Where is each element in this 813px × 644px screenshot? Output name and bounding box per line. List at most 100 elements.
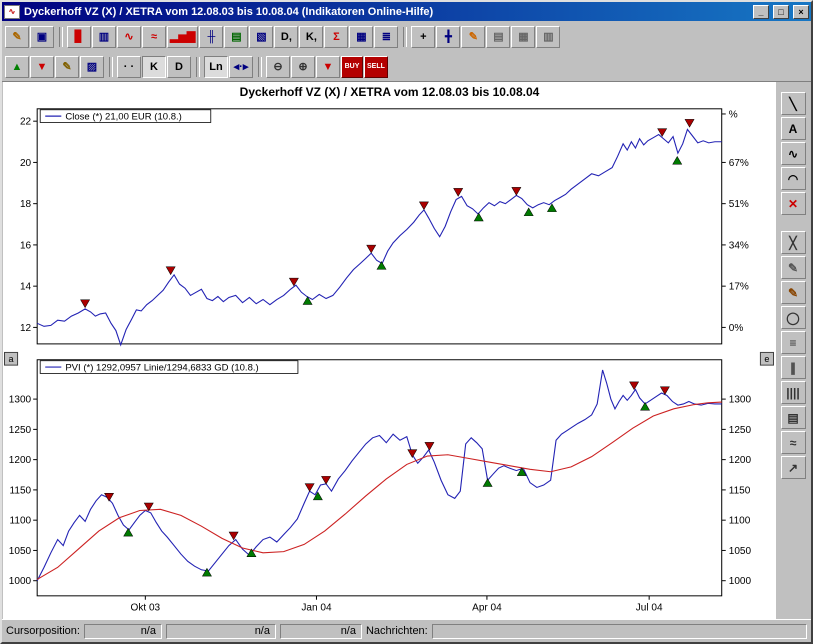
grid-icon[interactable]: ▦: [511, 26, 535, 48]
sell-signal-marker[interactable]: [408, 449, 417, 457]
y-axis-right-label: 67%: [729, 158, 749, 169]
x-axis-label: Jan 04: [301, 602, 332, 613]
buy-signal-marker[interactable]: [641, 402, 650, 410]
buy-signal-marker[interactable]: [124, 528, 133, 536]
line-study-icon[interactable]: ╫: [199, 26, 223, 48]
y-axis-label: 1100: [10, 515, 32, 526]
buy-signal-marker[interactable]: [313, 492, 322, 500]
sell-button[interactable]: SELL: [364, 56, 388, 78]
arrow-tool-icon[interactable]: ↗: [781, 456, 806, 479]
list-view-icon[interactable]: ≣: [374, 26, 398, 48]
trend-cursor-icon[interactable]: ╋: [436, 26, 460, 48]
sell-signal-marker[interactable]: [305, 483, 314, 491]
x-axis-label: Okt 03: [131, 602, 161, 613]
price-chart-svg[interactable]: 1214161820220%17%34%51%67%%Close (*) 21,…: [3, 101, 776, 350]
buy-signal-marker[interactable]: [524, 208, 533, 216]
price-pane-legend: Close (*) 21,00 EUR (10.8.): [40, 110, 211, 123]
page-icon[interactable]: ▤: [486, 26, 510, 48]
sell-signal-marker[interactable]: [425, 442, 434, 450]
y-axis-label: 1000: [9, 576, 32, 587]
sell-signal-marker[interactable]: [367, 245, 376, 253]
fibonacci-tool-icon[interactable]: ≡: [781, 331, 806, 354]
buy-signal-marker[interactable]: [377, 262, 386, 270]
draw-pen-icon[interactable]: ✎: [461, 26, 485, 48]
maximize-button[interactable]: □: [773, 5, 789, 19]
edit-chart-icon[interactable]: ✎: [5, 26, 29, 48]
dual-pane-icon[interactable]: ▥: [92, 26, 116, 48]
svg-text:Close (*) 21,00 EUR (10.8.): Close (*) 21,00 EUR (10.8.): [65, 111, 182, 122]
vertical-grid-tool-icon[interactable]: ||||: [781, 381, 806, 404]
x-axis-label: Jul 04: [636, 602, 663, 613]
bar-type-icon[interactable]: ▊: [67, 26, 91, 48]
cursor-position-label: Cursorposition:: [6, 625, 80, 637]
pencil-tool-icon[interactable]: ✎: [55, 56, 79, 78]
crossed-lines-tool-icon[interactable]: ╳: [781, 231, 806, 254]
sell-signal-marker[interactable]: [289, 278, 298, 286]
line-tool-icon[interactable]: ╲: [781, 92, 806, 115]
sell-signal-marker[interactable]: [166, 267, 175, 275]
gd-line: [37, 402, 722, 579]
y-axis-label: 1300: [9, 394, 32, 405]
buy-button[interactable]: BUY: [341, 56, 363, 78]
chart-properties-icon[interactable]: ▨: [80, 56, 104, 78]
zoom-in-button[interactable]: ⊕: [291, 56, 315, 78]
sell-signal-marker[interactable]: [322, 476, 331, 484]
k-period-button[interactable]: K,: [299, 26, 323, 48]
circle-tool-icon[interactable]: ◯: [781, 306, 806, 329]
crosshair-icon[interactable]: +: [411, 26, 435, 48]
volume-chart-icon[interactable]: ▂▅▇: [167, 26, 198, 48]
buy-signal-marker[interactable]: [483, 478, 492, 486]
y-axis-right-label: 1150: [729, 485, 751, 496]
pvi-chart-svg[interactable]: 1000105011001150120012501300100010501100…: [3, 350, 776, 619]
price-curve-icon[interactable]: ≈: [142, 26, 166, 48]
price-pane-border: [37, 109, 722, 344]
window-title: Dyckerhoff VZ (X) / XETRA vom 12.08.03 b…: [24, 6, 749, 18]
sell-signal-marker[interactable]: [229, 532, 238, 540]
sigma-indicator-icon[interactable]: Σ: [324, 26, 348, 48]
delete-drawings-icon[interactable]: ✕: [781, 192, 806, 215]
line-style-button[interactable]: · ·: [117, 56, 141, 78]
pencil-a-tool-icon[interactable]: ✎: [781, 256, 806, 279]
zigzag-tool-icon[interactable]: ≈: [781, 431, 806, 454]
y-axis-right-label: %: [729, 109, 738, 120]
log-scale-button[interactable]: Ln: [204, 56, 228, 78]
sell-signal-marker[interactable]: [685, 119, 694, 127]
y-axis-right-label: 1100: [729, 515, 751, 526]
sell-signal-marker[interactable]: [419, 202, 428, 210]
candle-chart-button[interactable]: K: [142, 56, 166, 78]
minimize-button[interactable]: _: [753, 5, 769, 19]
wave-tool-icon[interactable]: ∿: [781, 142, 806, 165]
signals-icon[interactable]: ▼: [30, 56, 54, 78]
pencil-b-tool-icon[interactable]: ✎: [781, 281, 806, 304]
y-axis-right-label: 1000: [729, 576, 752, 587]
range-select-button[interactable]: ◂·▸: [229, 56, 253, 78]
copy-icon[interactable]: ▣: [30, 26, 54, 48]
chart-window-icon[interactable]: ▧: [249, 26, 273, 48]
y-axis-label: 1200: [9, 455, 32, 466]
workspace-layout-icon[interactable]: ▥: [536, 26, 560, 48]
y-axis-label: 16: [20, 240, 32, 251]
buy-signal-marker[interactable]: [474, 213, 483, 221]
close-button[interactable]: ×: [793, 5, 809, 19]
buy-signal-marker[interactable]: [673, 156, 682, 164]
sell-signal-marker[interactable]: [454, 188, 463, 196]
buy-signal-marker[interactable]: [247, 549, 256, 557]
quote-sheet-icon[interactable]: ▤: [224, 26, 248, 48]
sell-signal-marker[interactable]: [81, 300, 90, 308]
signal-marker-icon[interactable]: ▼: [316, 56, 340, 78]
area-chart-icon[interactable]: ▲: [5, 56, 29, 78]
title-bar[interactable]: ∿ Dyckerhoff VZ (X) / XETRA vom 12.08.03…: [2, 2, 811, 21]
arc-tool-icon[interactable]: ◠: [781, 167, 806, 190]
parallel-lines-tool-icon[interactable]: ∥: [781, 356, 806, 379]
matrix-icon[interactable]: ▦: [349, 26, 373, 48]
d-period-button[interactable]: D,: [274, 26, 298, 48]
hatch-tool-icon[interactable]: ▤: [781, 406, 806, 429]
text-tool-icon[interactable]: A: [781, 117, 806, 140]
buy-signal-marker[interactable]: [303, 297, 312, 305]
drawing-tool-column: ╲A∿◠✕╳✎✎◯≡∥||||▤≈↗: [776, 82, 810, 619]
daily-chart-button[interactable]: D: [167, 56, 191, 78]
indicator-edit-icon[interactable]: ∿: [117, 26, 141, 48]
sell-signal-marker[interactable]: [630, 382, 639, 390]
sell-signal-marker[interactable]: [512, 187, 521, 195]
zoom-out-button[interactable]: ⊖: [266, 56, 290, 78]
